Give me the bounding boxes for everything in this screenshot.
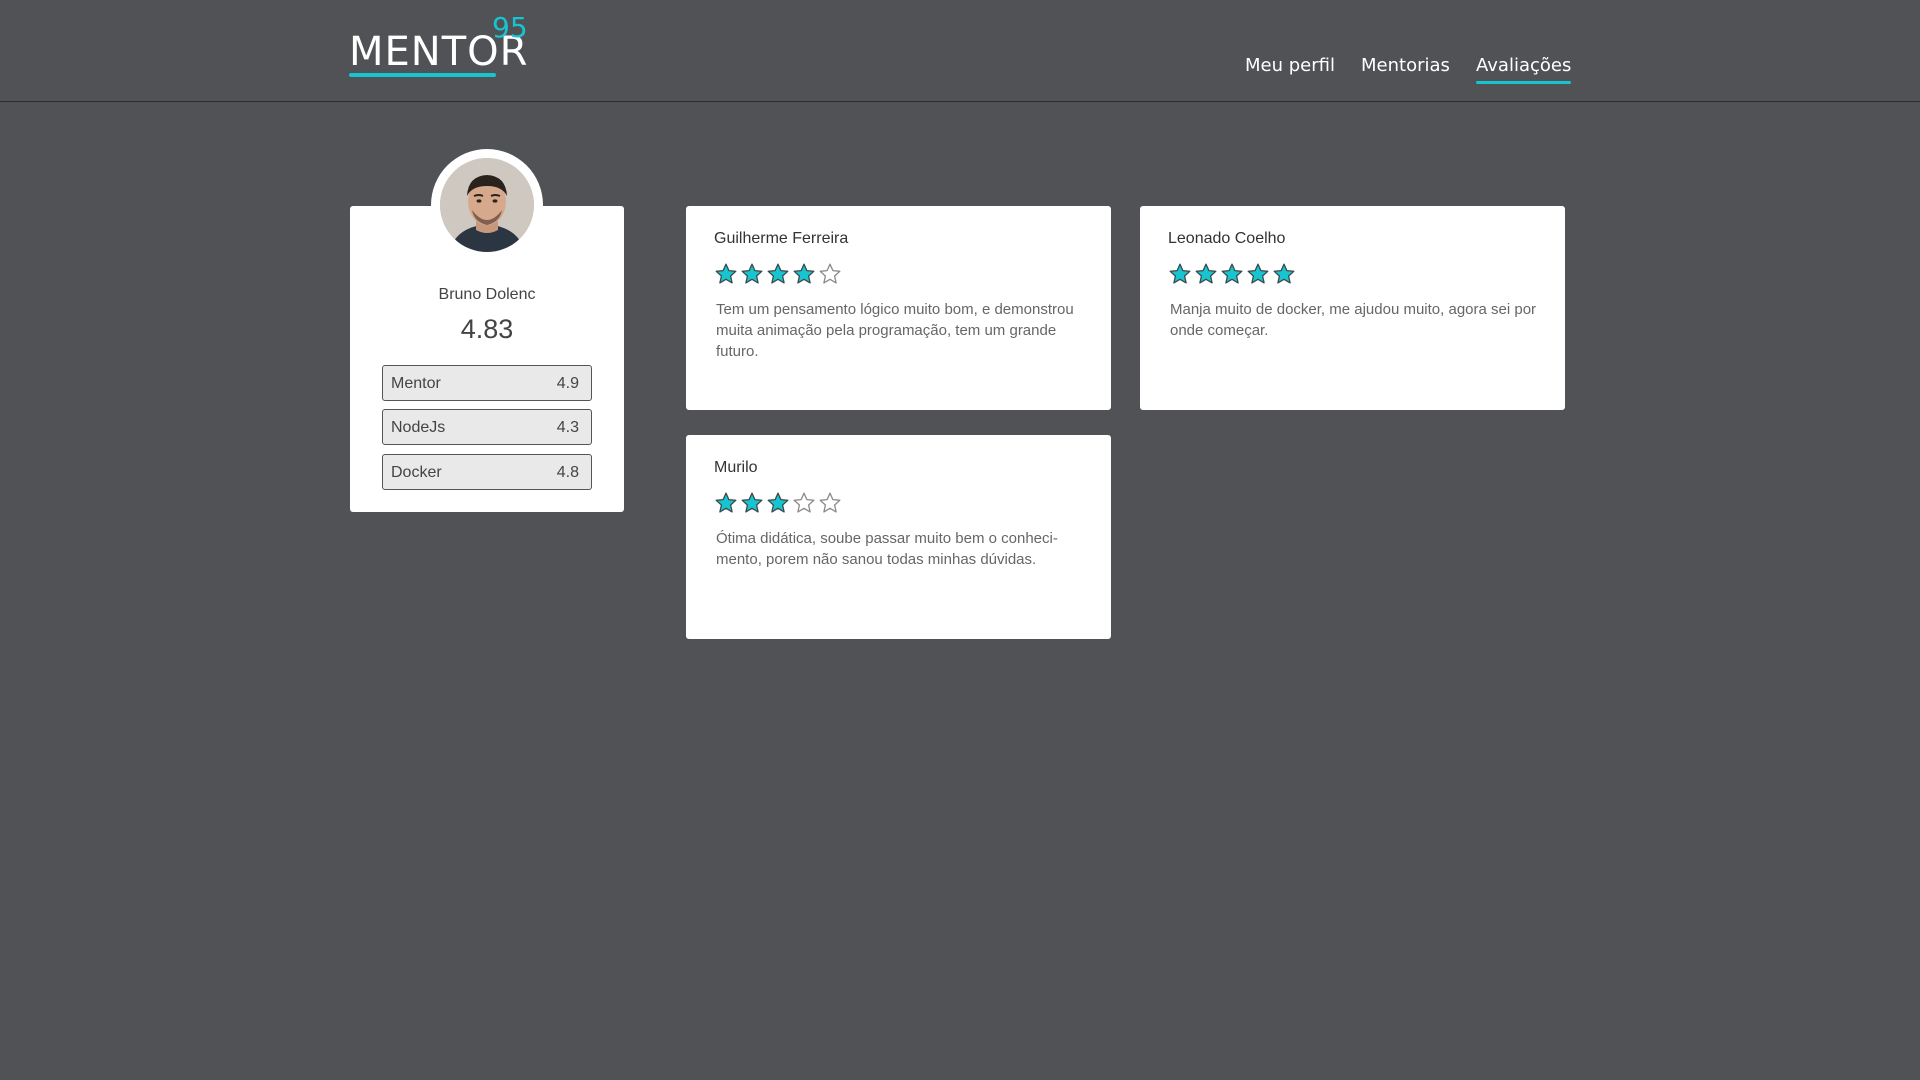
nav-item-avaliacoes[interactable]: Avaliações	[1476, 55, 1572, 84]
skill-item-nodejs: NodeJs 4.3	[382, 409, 592, 445]
review-card: Murilo Ótima didática, soube passar muit…	[686, 435, 1111, 639]
star-filled-icon	[793, 263, 815, 284]
star-filled-icon	[715, 492, 737, 513]
skill-item-docker: Docker 4.8	[382, 454, 592, 490]
top-header: MENTOR 95 Meu perfil Mentorias Avaliaçõe…	[0, 0, 1920, 102]
star-rating	[1168, 262, 1298, 286]
star-empty-icon	[793, 492, 815, 513]
reviewer-name: Guilherme Ferreira	[714, 230, 849, 247]
star-rating	[714, 262, 844, 286]
review-card: Guilherme Ferreira Tem um pensamento lóg…	[686, 206, 1111, 410]
star-filled-icon	[767, 263, 789, 284]
avatar-photo	[440, 158, 534, 252]
star-filled-icon	[1169, 263, 1191, 284]
profile-name: Bruno Dolenc	[438, 286, 536, 303]
review-text: Manja muito de docker, me ajudou muito, …	[1170, 301, 1537, 339]
review-text: Tem um pensamento lógico muito bom, e de…	[716, 301, 1074, 360]
skill-item-mentor: Mentor 4.9	[382, 365, 592, 401]
star-rating	[714, 491, 844, 515]
star-empty-icon	[819, 492, 841, 513]
skill-value: 4.8	[556, 464, 579, 481]
review-text: Ótima didática, soube passar muito bem o…	[716, 530, 1058, 568]
star-filled-icon	[1221, 263, 1243, 284]
star-filled-icon	[741, 492, 763, 513]
star-filled-icon	[1195, 263, 1217, 284]
star-filled-icon	[741, 263, 763, 284]
star-filled-icon	[1247, 263, 1269, 284]
skill-value: 4.3	[556, 419, 579, 436]
star-filled-icon	[715, 263, 737, 284]
brand-logo[interactable]: MENTOR 95	[349, 14, 539, 80]
skill-name: NodeJs	[391, 419, 446, 436]
star-empty-icon	[819, 263, 841, 284]
skill-name: Mentor	[391, 375, 441, 392]
star-filled-icon	[1273, 263, 1295, 284]
avatar	[440, 158, 534, 252]
skill-name: Docker	[391, 464, 442, 481]
profile-score: 4.83	[460, 314, 514, 344]
nav-item-meu-perfil[interactable]: Meu perfil	[1245, 55, 1335, 76]
brand-superscript: 95	[492, 11, 528, 44]
nav-item-mentorias[interactable]: Mentorias	[1361, 55, 1450, 76]
skill-value: 4.9	[556, 375, 579, 392]
reviewer-name: Murilo	[714, 459, 758, 476]
reviewer-name: Leonado Coelho	[1168, 230, 1286, 247]
star-filled-icon	[767, 492, 789, 513]
brand-underline	[349, 73, 496, 77]
review-card: Leonado Coelho Manja muito de docker, me…	[1140, 206, 1565, 410]
